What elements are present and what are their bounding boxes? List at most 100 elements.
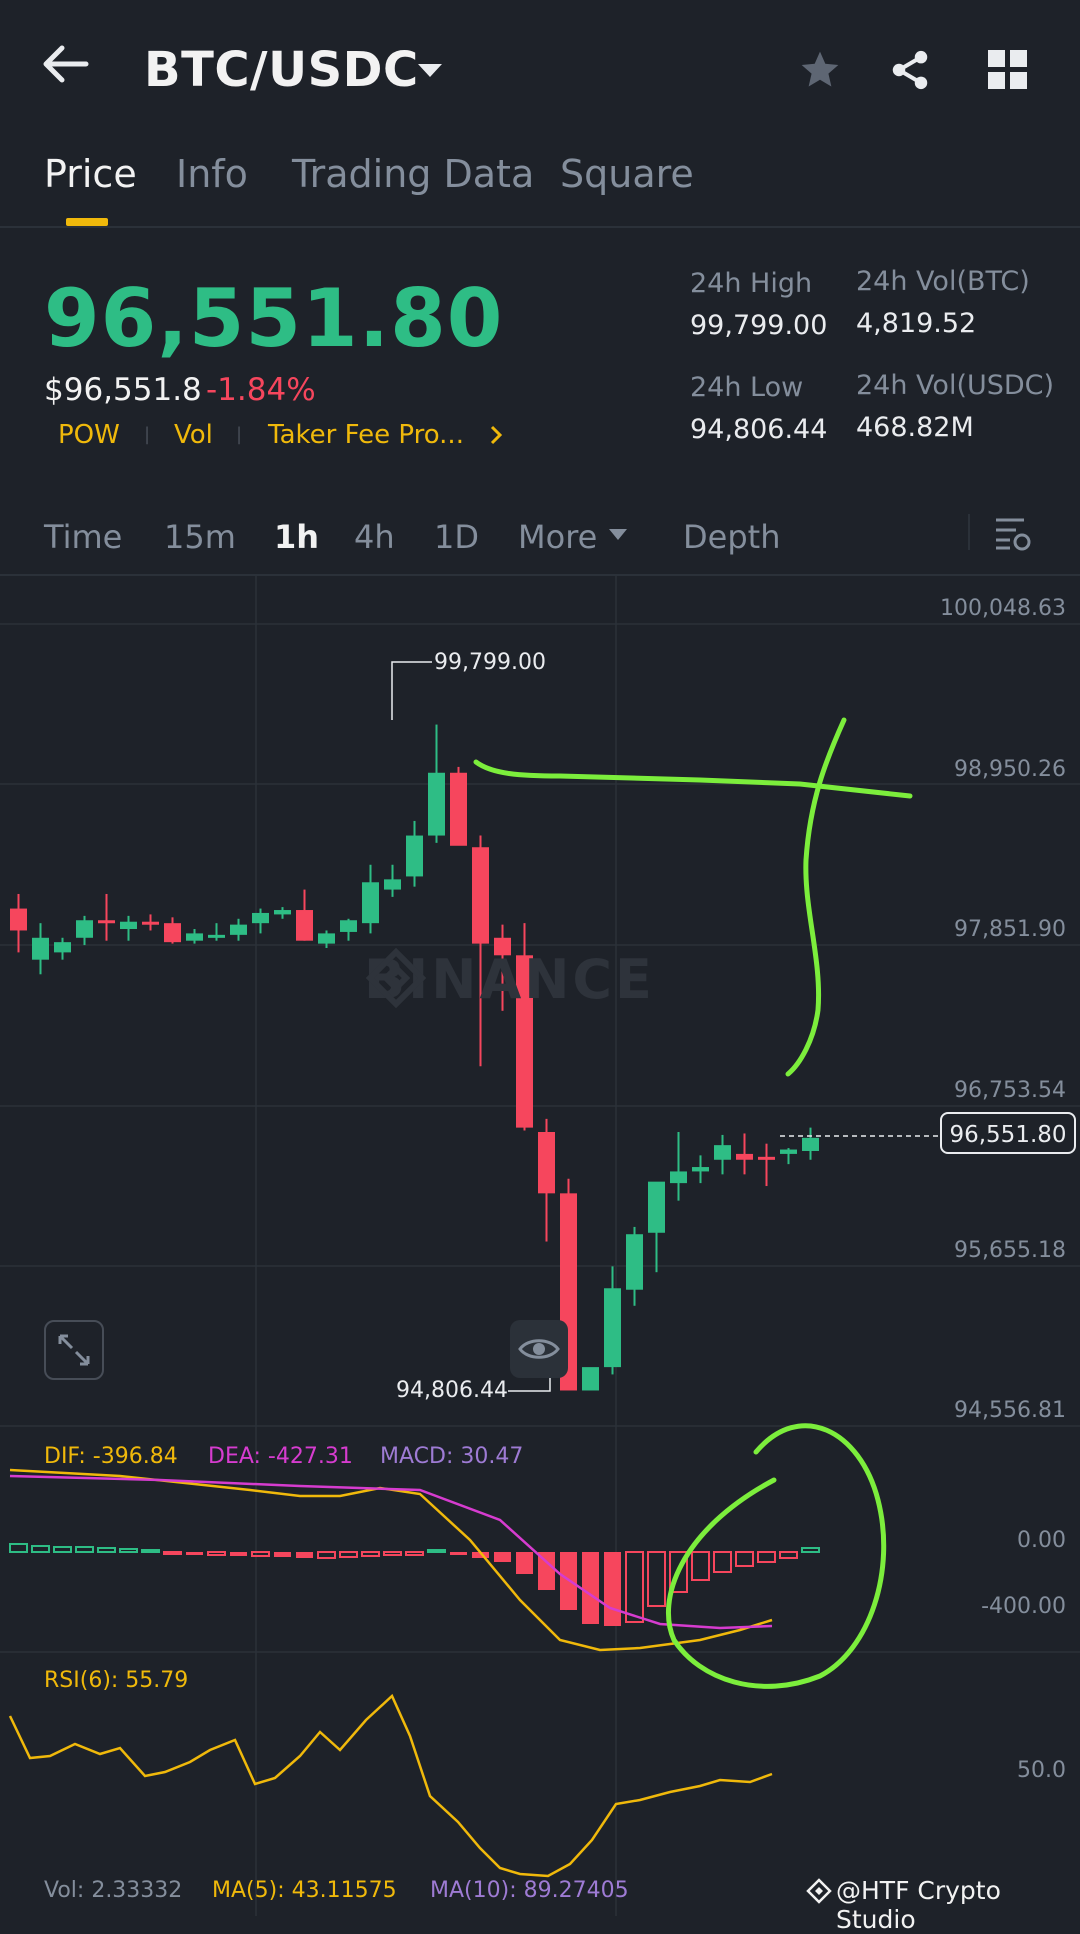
candle-body (10, 908, 27, 931)
candles-group (10, 724, 819, 1391)
credit-watermark: @HTF Crypto Studio (836, 1876, 1001, 1934)
binance-small-logo-icon (806, 1878, 832, 1904)
macd-histogram-bar (296, 1552, 313, 1558)
macd-histogram-bar (757, 1551, 776, 1563)
macd-axis-label: -400.00 (981, 1594, 1066, 1619)
stat-24h-low-label: 24h Low (690, 372, 804, 403)
grid-menu-button[interactable] (988, 50, 1028, 90)
pair-title[interactable]: BTC/USDC (144, 42, 419, 98)
candle-body (406, 835, 423, 877)
price-axis-label: 98,950.26 (954, 757, 1066, 782)
annotation-resistance-line (473, 759, 913, 799)
macd-histogram-bar (625, 1551, 644, 1623)
interval-1h[interactable]: 1h (274, 518, 319, 556)
stat-24h-vol-btc-label: 24h Vol(BTC) (856, 266, 1030, 297)
macd-histogram-bar (647, 1551, 666, 1607)
candle-body (538, 1132, 555, 1194)
candle-body (626, 1234, 643, 1290)
chart-settings-icon (996, 518, 1031, 551)
share-icon (892, 50, 928, 90)
candle-body (472, 847, 489, 944)
candle-body (802, 1137, 819, 1151)
tag-taker-fee[interactable]: Taker Fee Pro... (268, 420, 464, 450)
macd-histogram-bar (53, 1546, 72, 1553)
macd-histogram-bar (9, 1543, 28, 1553)
macd-histogram-bar (516, 1552, 533, 1574)
share-button[interactable] (888, 48, 932, 92)
candle-body (318, 933, 335, 944)
stat-24h-high-value: 99,799.00 (690, 310, 828, 341)
interval-more[interactable]: More (518, 518, 597, 556)
macd-dif-label: DIF: -396.84 (44, 1444, 178, 1469)
candle-body (340, 920, 357, 932)
macd-histogram-bar (361, 1551, 380, 1557)
pair-dropdown[interactable] (416, 62, 444, 80)
macd-histogram-bar (141, 1549, 160, 1553)
stat-24h-vol-usdc-label: 24h Vol(USDC) (856, 370, 1055, 401)
macd-histogram-bar (494, 1552, 511, 1562)
grid-icon (988, 50, 1027, 89)
candle-body (736, 1153, 753, 1160)
chart-settings-button[interactable] (994, 516, 1032, 552)
eye-icon (518, 1339, 560, 1359)
stat-24h-vol-btc-value: 4,819.52 (856, 308, 977, 339)
annotation-vertical-stroke (785, 717, 847, 1077)
tab-price[interactable]: Price (44, 152, 137, 196)
annotation-circle (665, 1423, 887, 1689)
candle-body (98, 920, 115, 924)
candle-body (32, 937, 49, 960)
fullscreen-button[interactable] (44, 1320, 104, 1380)
candle-body (758, 1156, 775, 1160)
high-marker-line (391, 661, 432, 720)
macd-histogram-bar (713, 1551, 732, 1573)
candle-body (252, 912, 269, 924)
interval-1d[interactable]: 1D (434, 518, 479, 556)
favorite-button[interactable] (798, 48, 842, 92)
interval-time[interactable]: Time (44, 518, 122, 556)
candle-body (450, 772, 467, 846)
last-price: 96,551.80 (44, 272, 504, 365)
price-axis-label: 95,655.18 (954, 1238, 1066, 1263)
back-button[interactable] (40, 44, 100, 92)
stat-24h-high-label: 24h High (690, 268, 813, 299)
macd-histogram-bar (450, 1552, 467, 1555)
macd-histogram-bar (75, 1546, 94, 1553)
tags-more-button[interactable] (488, 424, 504, 446)
candle-body (142, 921, 159, 925)
macd-histogram-bar (119, 1548, 138, 1553)
tab-square[interactable]: Square (560, 152, 694, 196)
toggle-visibility-button[interactable] (510, 1320, 568, 1378)
macd-histogram-bar (735, 1551, 754, 1567)
macd-axis-label: 0.00 (1017, 1528, 1066, 1553)
rsi-line (8, 1693, 773, 1878)
candle-body (714, 1145, 731, 1160)
chevron-down-icon (418, 64, 442, 77)
candle-body (230, 924, 247, 935)
binance-logo-icon (365, 947, 427, 1009)
rsi-label: RSI(6): 55.79 (44, 1668, 189, 1693)
macd-histogram-bar (582, 1552, 599, 1624)
macd-histogram-bar (317, 1551, 336, 1559)
candlestick-chart[interactable] (0, 576, 1080, 1916)
interval-depth[interactable]: Depth (683, 518, 780, 556)
tag-vol[interactable]: Vol (174, 420, 213, 450)
macd-value-label: MACD: 30.47 (380, 1444, 524, 1469)
tag-pow[interactable]: POW (58, 420, 120, 450)
tabs-divider (0, 226, 1080, 228)
caret-down-icon (609, 529, 627, 540)
volume-ma10-label: MA(10): 89.27405 (430, 1878, 629, 1903)
tab-trading-data[interactable]: Trading Data (292, 152, 534, 196)
active-tab-indicator (66, 218, 108, 226)
macd-histogram-bar (251, 1551, 270, 1557)
interval-15m[interactable]: 15m (164, 518, 236, 556)
macd-histogram-bar (274, 1552, 291, 1557)
interval-divider (968, 514, 970, 550)
macd-dea-label: DEA: -427.31 (208, 1444, 353, 1469)
macd-histogram-bar (31, 1545, 50, 1553)
price-axis-label: 96,753.54 (954, 1078, 1066, 1103)
tab-info[interactable]: Info (176, 152, 248, 196)
interval-4h[interactable]: 4h (354, 518, 395, 556)
current-price-tag: 96,551.80 (940, 1112, 1076, 1154)
stat-24h-vol-usdc-value: 468.82M (856, 412, 974, 443)
interval-more-dropdown[interactable] (608, 528, 628, 542)
